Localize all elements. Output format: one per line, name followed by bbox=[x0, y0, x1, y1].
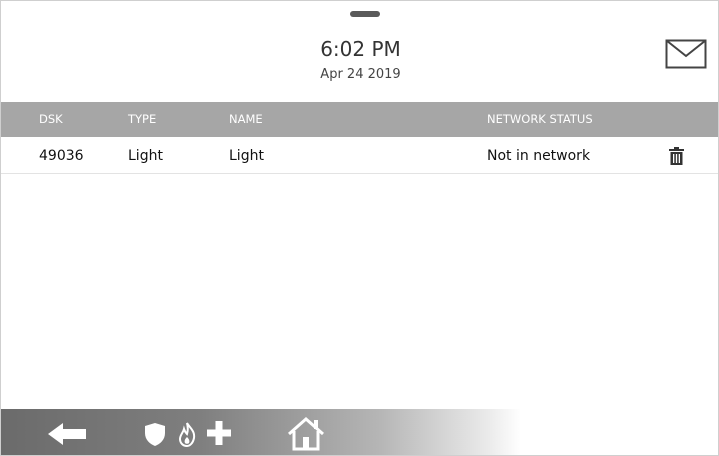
envelope-icon[interactable] bbox=[665, 39, 707, 69]
shield-icon[interactable] bbox=[144, 422, 166, 451]
bottom-nav-bar bbox=[1, 409, 718, 455]
back-arrow-icon[interactable] bbox=[48, 423, 88, 449]
column-header-name: NAME bbox=[229, 112, 263, 126]
pull-down-handle[interactable] bbox=[350, 11, 380, 17]
cell-name: Light bbox=[229, 148, 264, 164]
fire-icon[interactable] bbox=[177, 422, 197, 451]
column-header-network-status: NETWORK STATUS bbox=[487, 112, 593, 126]
cell-network-status: Not in network bbox=[487, 148, 591, 164]
column-header-type: TYPE bbox=[128, 112, 157, 126]
cell-type: Light bbox=[128, 148, 163, 164]
trash-icon[interactable] bbox=[669, 147, 684, 165]
table-header: DSK TYPE NAME NETWORK STATUS bbox=[1, 102, 718, 137]
panel-screen: 6:02 PM Apr 24 2019 DSK TYPE NAME NETWOR… bbox=[0, 0, 719, 456]
date-display: Apr 24 2019 bbox=[320, 67, 401, 82]
table-row[interactable]: 49036 Light Light Not in network bbox=[1, 138, 718, 174]
home-icon[interactable] bbox=[287, 416, 325, 455]
medical-cross-icon[interactable] bbox=[207, 421, 231, 449]
column-header-dsk: DSK bbox=[39, 112, 63, 126]
time-display: 6:02 PM bbox=[320, 37, 401, 61]
cell-dsk: 49036 bbox=[39, 148, 84, 164]
